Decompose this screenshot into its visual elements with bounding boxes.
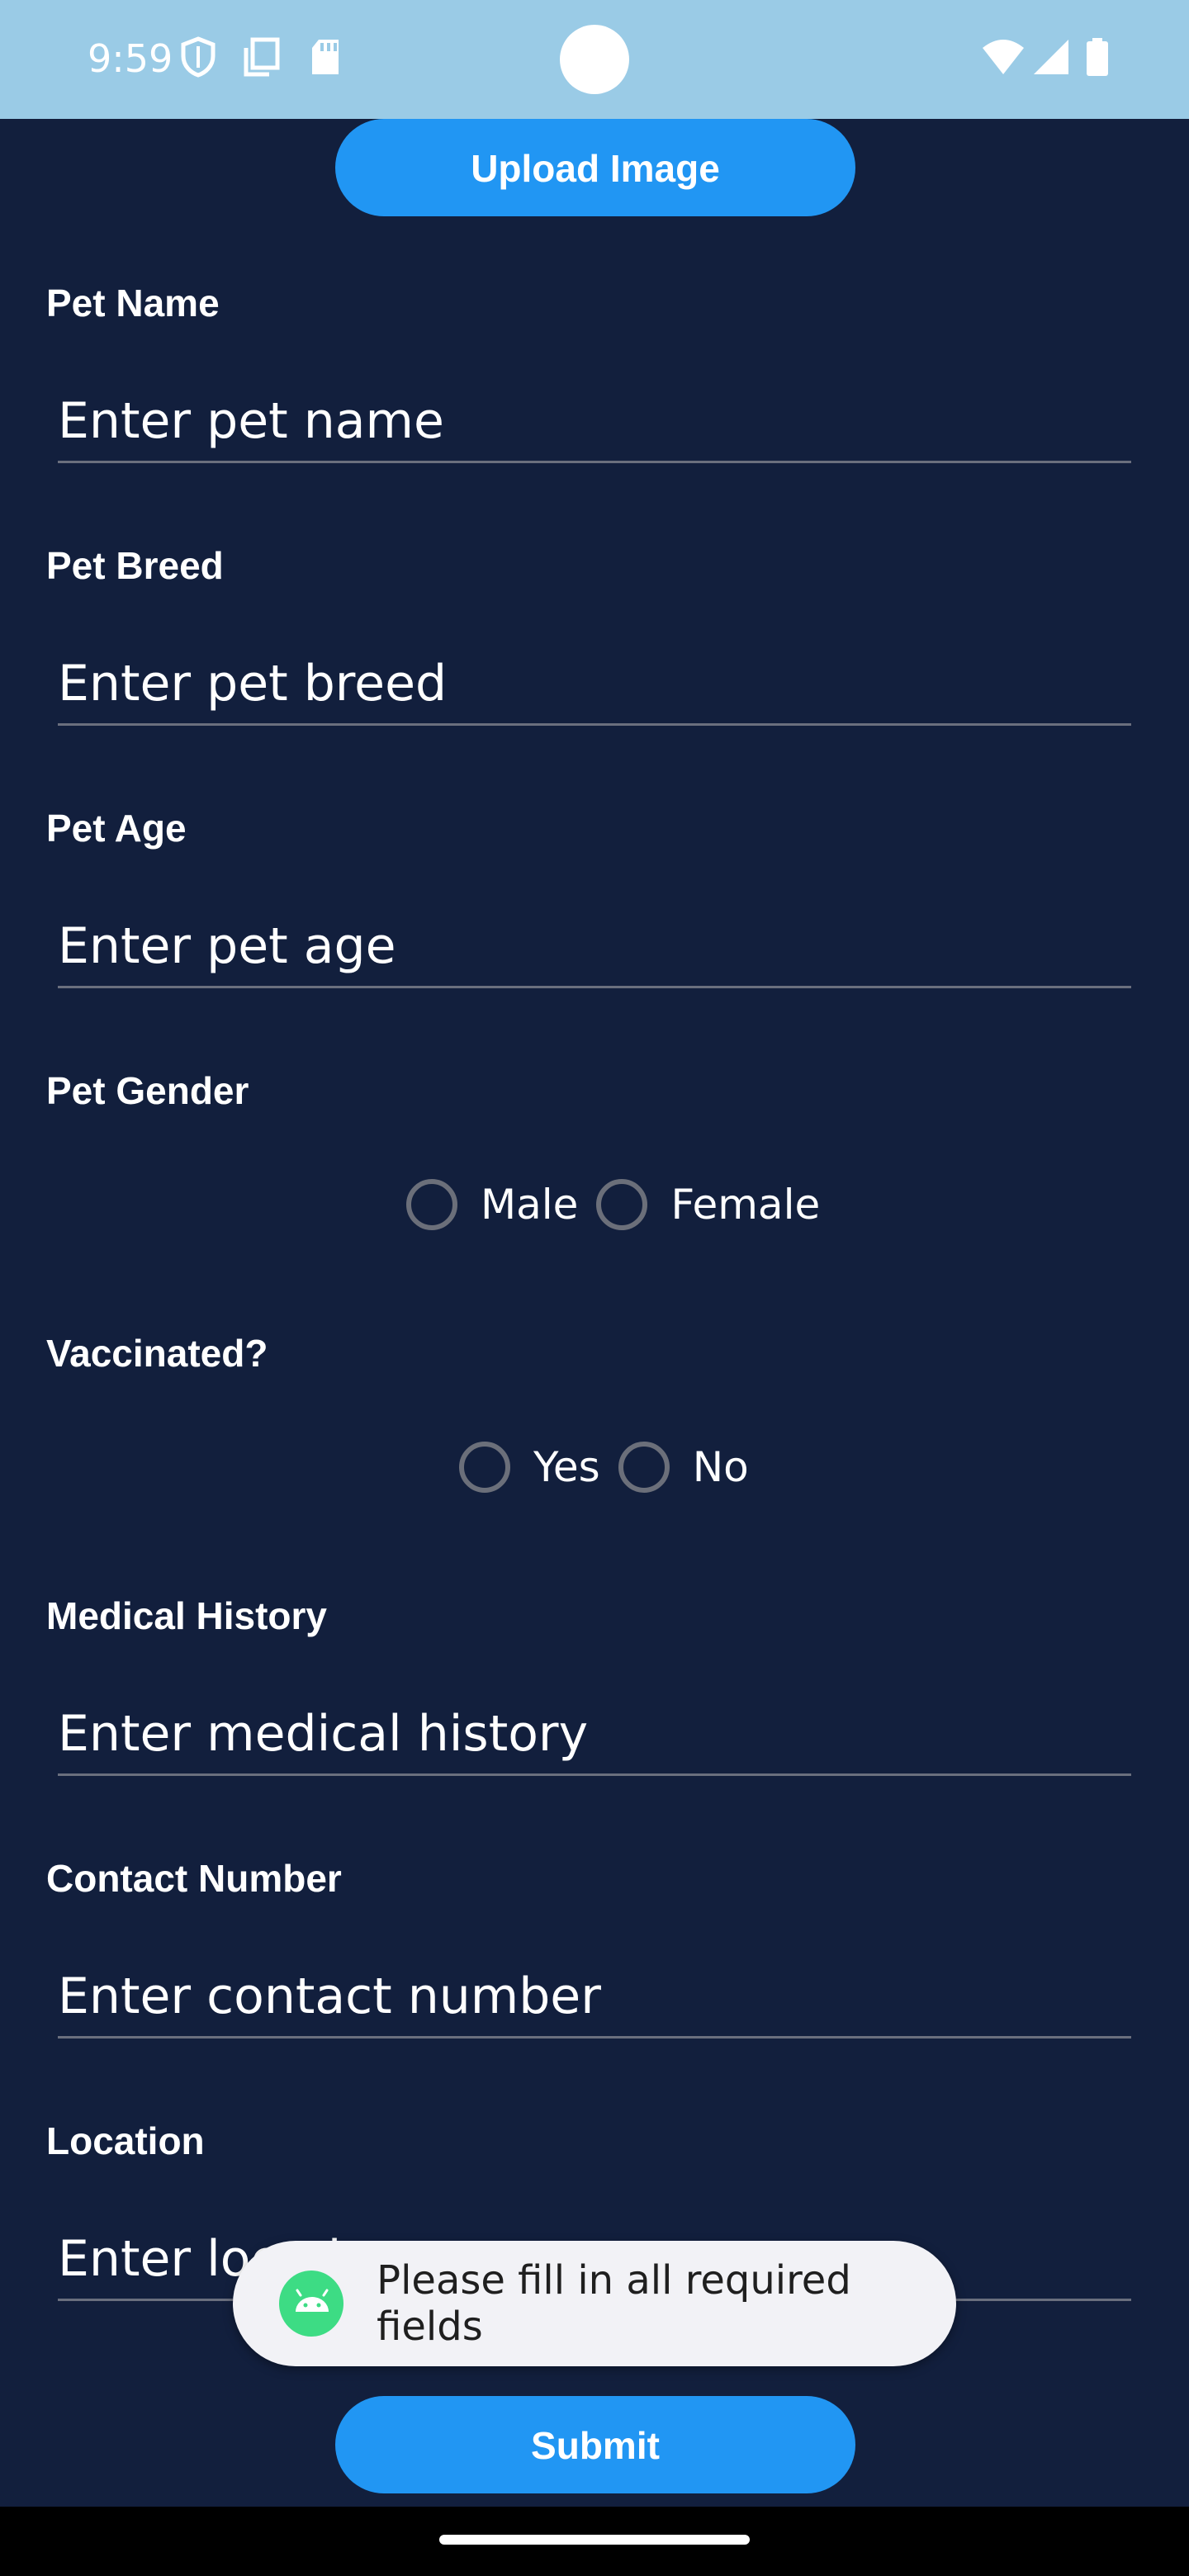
- copy-icon: [244, 37, 280, 77]
- vaccinated-yes-label[interactable]: Yes: [533, 1443, 600, 1491]
- pet-age-input[interactable]: Enter pet age: [58, 907, 1131, 988]
- home-handle[interactable]: [439, 2535, 750, 2545]
- gender-male-label[interactable]: Male: [481, 1181, 578, 1229]
- status-time: 9:59: [88, 36, 173, 81]
- gender-female-label[interactable]: Female: [670, 1181, 820, 1229]
- status-bar: 9:59: [0, 0, 1189, 119]
- front-camera: [560, 25, 629, 94]
- sd-card-icon: [312, 40, 339, 74]
- pet-name-label: Pet Name: [46, 282, 220, 324]
- toast-message: Please fill in all required fields: [377, 2257, 851, 2350]
- gender-female-radio[interactable]: [596, 1179, 648, 1230]
- vaccinated-no-label[interactable]: No: [693, 1443, 749, 1491]
- vaccinated-yes-radio[interactable]: [459, 1442, 510, 1493]
- contact-number-input[interactable]: Enter contact number: [58, 1957, 1131, 2039]
- navigation-bar: [0, 2507, 1189, 2576]
- pet-name-placeholder: Enter pet name: [58, 392, 444, 450]
- pet-gender-label: Pet Gender: [46, 1069, 249, 1112]
- toast: Please fill in all required fields: [233, 2241, 956, 2366]
- pet-gender-radio-group: Male Female: [406, 1179, 838, 1230]
- location-label: Location: [46, 2119, 205, 2162]
- contact-number-placeholder: Enter contact number: [58, 1968, 601, 2025]
- submit-button[interactable]: Submit: [335, 2396, 855, 2493]
- upload-image-button[interactable]: Upload Image: [335, 119, 855, 216]
- pet-breed-placeholder: Enter pet breed: [58, 655, 448, 713]
- medical-history-input[interactable]: Enter medical history: [58, 1694, 1131, 1776]
- pet-name-input[interactable]: Enter pet name: [58, 381, 1131, 463]
- pet-age-placeholder: Enter pet age: [58, 917, 396, 975]
- shield-icon: [181, 36, 216, 78]
- wifi-icon: [983, 40, 1024, 74]
- android-icon: [279, 2271, 344, 2337]
- pet-breed-input[interactable]: Enter pet breed: [58, 644, 1131, 726]
- gender-male-radio[interactable]: [406, 1179, 457, 1230]
- medical-history-label: Medical History: [46, 1594, 327, 1637]
- pet-age-label: Pet Age: [46, 807, 187, 850]
- battery-icon: [1087, 38, 1108, 76]
- vaccinated-radio-group: Yes No: [459, 1442, 767, 1493]
- pet-form: Upload Image Pet Name Enter pet name Pet…: [0, 119, 1189, 2507]
- medical-history-placeholder: Enter medical history: [58, 1705, 589, 1763]
- signal-icon: [1034, 40, 1068, 74]
- vaccinated-no-radio[interactable]: [618, 1442, 670, 1493]
- contact-number-label: Contact Number: [46, 1857, 342, 1900]
- vaccinated-label: Vaccinated?: [46, 1332, 268, 1375]
- pet-breed-label: Pet Breed: [46, 544, 224, 587]
